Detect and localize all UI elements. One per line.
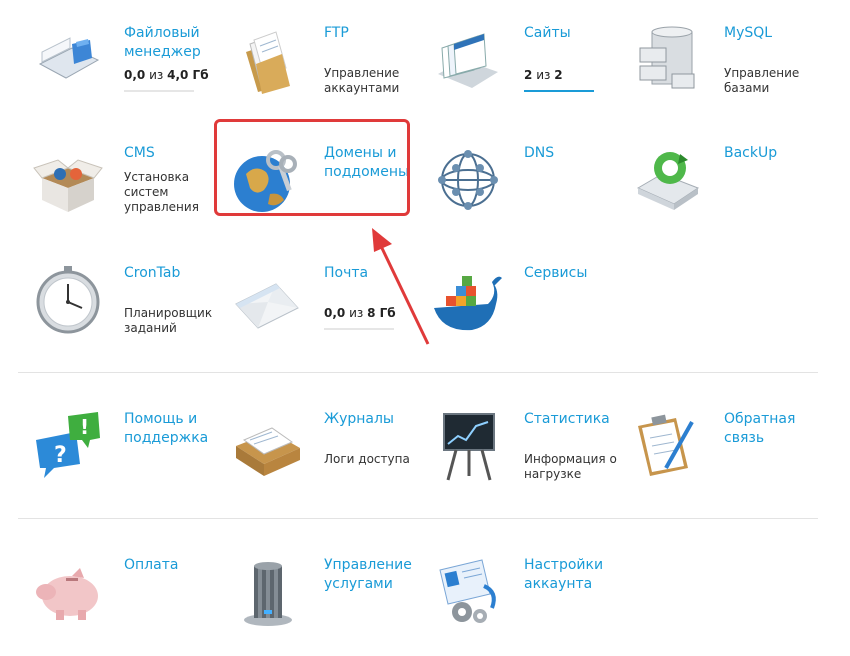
tile-title[interactable]: CronTab — [124, 264, 224, 283]
tile-description: Информация о нагрузке — [524, 452, 617, 481]
tile-title[interactable]: BackUp — [724, 144, 824, 163]
tile-backup[interactable]: BackUp — [632, 144, 822, 244]
tile-title[interactable]: Обратная связь — [724, 410, 824, 448]
tile-title[interactable]: Статистика — [524, 410, 624, 429]
tile-file-manager[interactable]: Файловый менеджер 0,0 из 4,0 Гб — [32, 24, 222, 124]
server-cylinder-icon — [232, 556, 304, 628]
id-card-gears-icon — [432, 556, 504, 628]
files-folder-icon — [232, 24, 304, 96]
tile-title[interactable]: Почта — [324, 264, 424, 283]
tile-account-settings[interactable]: Настройки аккаунта — [432, 556, 622, 656]
network-sphere-icon — [432, 144, 504, 216]
hard-drive-refresh-icon — [632, 144, 704, 216]
tile-sites[interactable]: Сайты 2 из 2 — [432, 24, 622, 124]
tile-payment[interactable]: Оплата — [32, 556, 222, 656]
chart-easel-icon — [432, 410, 504, 482]
domains-highlight-frame — [214, 119, 410, 216]
open-box-icon — [32, 144, 104, 216]
tile-dns[interactable]: DNS — [432, 144, 622, 244]
tile-title[interactable]: FTP — [324, 24, 424, 43]
tile-description: Логи доступа — [324, 452, 410, 466]
tile-mysql[interactable]: MySQL Управление базами — [632, 24, 822, 124]
envelope-icon — [232, 264, 304, 336]
tile-title[interactable]: MySQL — [724, 24, 824, 43]
usage-bar — [324, 328, 394, 330]
tile-title[interactable]: Сервисы — [524, 264, 624, 283]
tile-title[interactable]: Файловый менеджер — [124, 24, 224, 62]
tile-title[interactable]: DNS — [524, 144, 624, 163]
tile-title[interactable]: Сайты — [524, 24, 624, 43]
clipboard-pen-icon — [632, 410, 704, 482]
tile-description: Планировщик заданий — [124, 306, 213, 335]
tile-logs[interactable]: Журналы Логи доступа — [232, 410, 422, 510]
section-divider — [18, 518, 818, 519]
tile-stats[interactable]: Статистика Информация о нагрузке — [432, 410, 622, 510]
tile-feedback[interactable]: Обратная связь — [632, 410, 822, 510]
tile-title[interactable]: Настройки аккаунта — [524, 556, 624, 594]
svg-text:!: ! — [80, 415, 89, 439]
usage-text: 0,0 из 8 Гб — [324, 306, 396, 320]
svg-text:?: ? — [54, 443, 67, 468]
document-tray-icon — [232, 410, 304, 482]
piggy-bank-icon — [32, 556, 104, 628]
tile-crontab[interactable]: CronTab Планировщик заданий — [32, 264, 222, 364]
usage-bar — [524, 90, 594, 92]
database-drawers-icon — [632, 24, 704, 96]
usage-text: 0,0 из 4,0 Гб — [124, 68, 209, 82]
whale-containers-icon — [432, 264, 504, 336]
tile-title[interactable]: Помощь и поддержка — [124, 410, 224, 448]
clock-icon — [32, 264, 104, 336]
tile-mail[interactable]: Почта 0,0 из 8 Гб — [232, 264, 422, 364]
tile-ftp[interactable]: FTP Управление аккаунтами — [232, 24, 422, 124]
tile-description: Установка систем управления — [124, 170, 199, 214]
tile-title[interactable]: Журналы — [324, 410, 424, 429]
tile-description: Управление аккаунтами — [324, 66, 400, 95]
tile-cms[interactable]: CMS Установка систем управления — [32, 144, 222, 244]
usage-text: 2 из 2 — [524, 68, 563, 82]
folder-icon — [32, 24, 104, 96]
tile-services[interactable]: Сервисы — [432, 264, 622, 364]
tile-description: Управление базами — [724, 66, 800, 95]
tile-title[interactable]: CMS — [124, 144, 224, 163]
usage-bar — [124, 90, 194, 92]
tile-title[interactable]: Оплата — [124, 556, 224, 575]
tile-help[interactable]: ? ! Помощь и поддержка — [32, 410, 222, 510]
speech-bubbles-icon: ? ! — [32, 410, 104, 482]
section-divider — [18, 372, 818, 373]
windows-stack-icon — [432, 24, 504, 96]
tile-title[interactable]: Управление услугами — [324, 556, 424, 594]
tile-services-manage[interactable]: Управление услугами — [232, 556, 422, 656]
